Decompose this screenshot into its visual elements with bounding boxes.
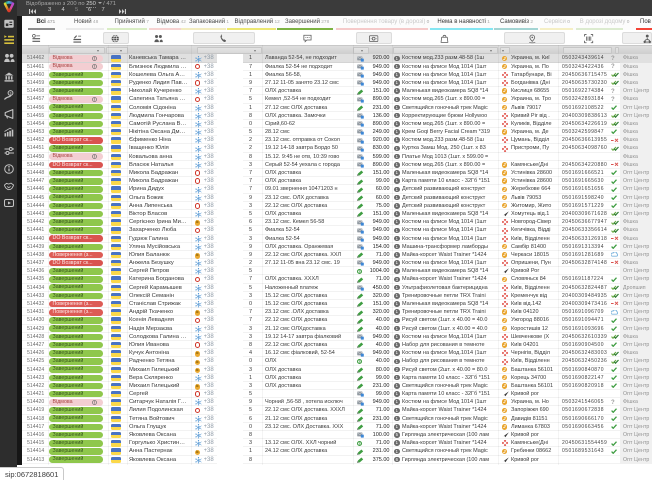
svg-text:$: $ — [9, 91, 11, 95]
